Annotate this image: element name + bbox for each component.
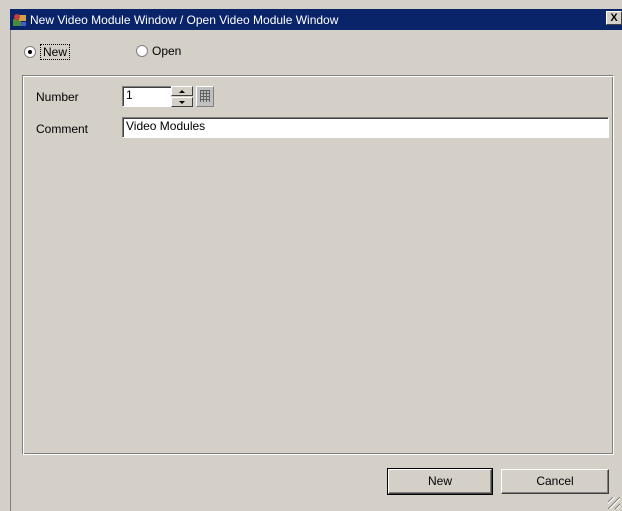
new-radio-button[interactable] [24, 46, 36, 58]
title-bar: New Video Module Window / Open Video Mod… [10, 9, 622, 30]
new-radio-option[interactable]: New [24, 44, 71, 60]
keypad-icon [200, 90, 210, 102]
resize-grip[interactable] [608, 497, 620, 509]
spin-down-button[interactable] [171, 97, 193, 107]
cancel-button[interactable]: Cancel [501, 469, 609, 494]
comment-label: Comment [36, 122, 89, 136]
comment-input[interactable]: Video Modules [122, 117, 609, 138]
new-radio-label[interactable]: New [40, 44, 71, 60]
keypad-button[interactable] [196, 86, 214, 107]
arrow-down-icon [179, 101, 185, 104]
open-radio-label[interactable]: Open [152, 44, 181, 58]
open-radio-option[interactable]: Open [136, 44, 181, 58]
spin-up-button[interactable] [171, 86, 193, 96]
app-icon [12, 12, 28, 28]
number-spinner[interactable] [171, 86, 193, 107]
number-input[interactable]: 1 [122, 86, 172, 107]
open-radio-button[interactable] [136, 45, 148, 57]
window-title: New Video Module Window / Open Video Mod… [30, 12, 339, 27]
new-button[interactable]: New [387, 468, 493, 495]
window-border [10, 30, 11, 511]
arrow-up-icon [179, 90, 185, 93]
close-button[interactable]: X [606, 11, 622, 25]
number-label: Number [36, 90, 79, 104]
